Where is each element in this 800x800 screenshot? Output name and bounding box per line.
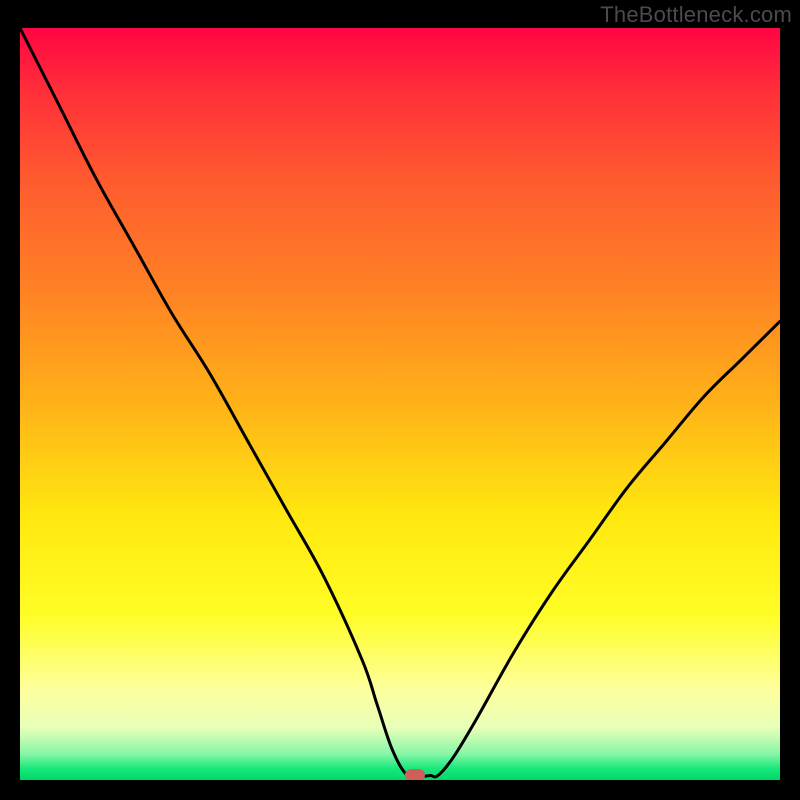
watermark-text: TheBottleneck.com (600, 2, 792, 28)
bottleneck-curve (20, 28, 780, 780)
plot-area (20, 28, 780, 780)
optimal-point-marker (405, 769, 425, 780)
